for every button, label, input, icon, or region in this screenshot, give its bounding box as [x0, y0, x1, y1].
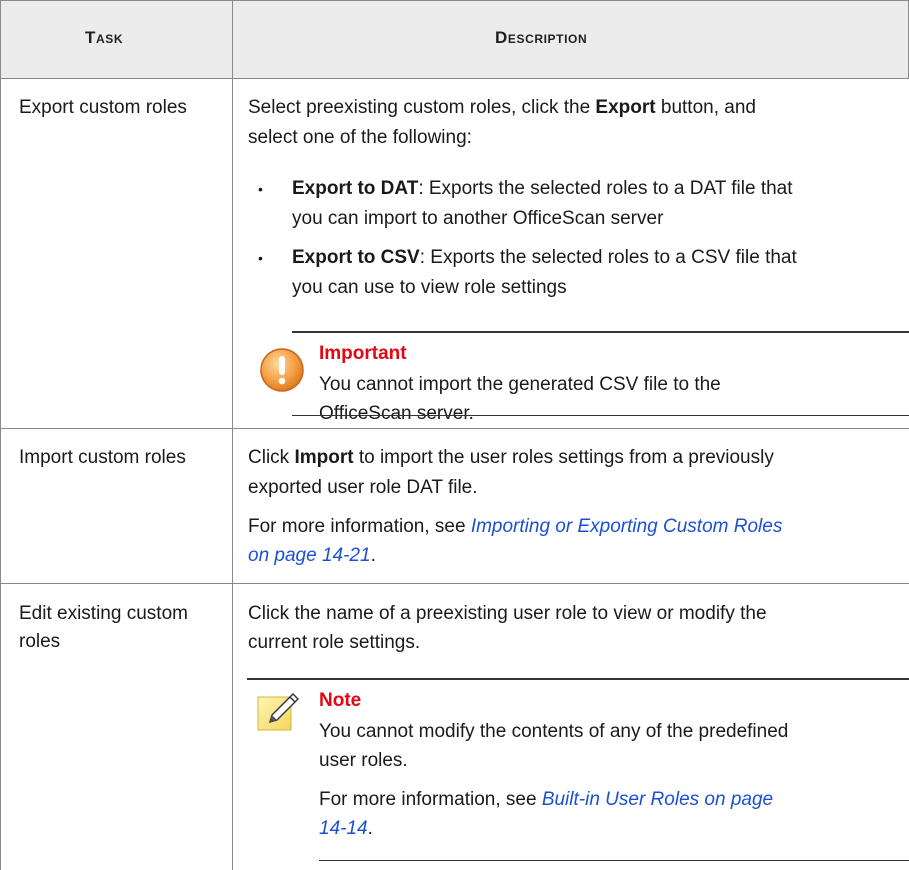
import-description: Click Import to import the user roles se…	[248, 447, 774, 468]
table-left-border	[0, 0, 1, 870]
important-text: You cannot import the generated CSV file…	[319, 374, 721, 395]
table-header	[1, 1, 908, 78]
task-edit-line2: roles	[19, 631, 61, 652]
built-in-user-roles-link[interactable]: Built-in User Roles on page	[542, 789, 773, 810]
note-text-line2: user roles.	[319, 750, 408, 771]
import-more-info: For more information, see Importing or E…	[248, 516, 783, 537]
built-in-user-roles-link-page[interactable]: 14-14	[319, 818, 368, 839]
import-more-info-line2: on page 14-21.	[248, 545, 376, 566]
task-table: Task Description Export custom roles Sel…	[0, 0, 909, 870]
note-more-info-line2: 14-14.	[319, 818, 373, 839]
admonition-top-rule	[292, 331, 909, 333]
note-bottom-rule	[319, 860, 909, 861]
task-export: Export custom roles	[19, 97, 187, 118]
note-pencil-icon	[256, 689, 302, 733]
column-divider	[232, 0, 233, 870]
export-dat-item-line2: you can import to another OfficeScan ser…	[292, 208, 664, 229]
bullet: •	[258, 181, 263, 197]
export-csv-item: Export to CSV: Exports the selected role…	[292, 247, 797, 268]
export-csv-item-line2: you can use to view role settings	[292, 277, 567, 298]
important-title: Important	[319, 343, 407, 364]
export-intro: Select preexisting custom roles, click t…	[248, 97, 756, 118]
important-icon	[259, 347, 305, 393]
table-top-border	[0, 0, 909, 1]
bullet: •	[258, 250, 263, 266]
note-text: You cannot modify the contents of any of…	[319, 721, 789, 742]
row-divider	[0, 428, 909, 429]
task-import: Import custom roles	[19, 447, 186, 468]
importing-exporting-link[interactable]: Importing or Exporting Custom Roles	[471, 516, 783, 537]
important-text-line2: OfficeScan server.	[319, 403, 474, 424]
note-more-info: For more information, see Built-in User …	[319, 789, 774, 810]
export-dat-item: Export to DAT: Exports the selected role…	[292, 178, 793, 199]
header-description: Description	[495, 28, 588, 47]
edit-description-line2: current role settings.	[248, 632, 421, 653]
header-divider	[0, 78, 909, 79]
row-divider	[0, 583, 909, 584]
export-intro-line2: select one of the following:	[248, 127, 472, 148]
note-title: Note	[319, 690, 362, 711]
import-description-line2: exported user role DAT file.	[248, 477, 478, 498]
admonition-bottom-rule	[292, 415, 909, 416]
task-edit: Edit existing custom	[19, 603, 188, 624]
header-task: Task	[85, 28, 124, 47]
importing-exporting-link-page[interactable]: on page 14-21	[248, 545, 371, 566]
note-top-rule	[247, 678, 909, 680]
edit-description: Click the name of a preexisting user rol…	[248, 603, 767, 624]
